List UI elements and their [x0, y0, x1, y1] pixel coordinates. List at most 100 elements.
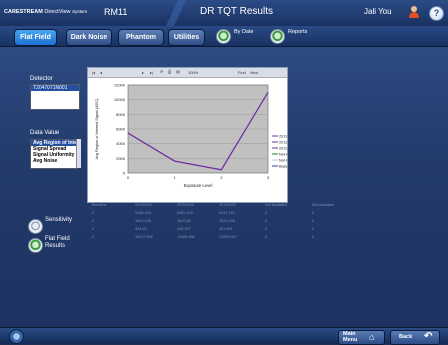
- chart-area: 0 2000 4000 6000 8000 10000 12000 0 1 2 3 Exposure …: [88, 78, 287, 202]
- x-tick-label: 2: [220, 175, 223, 180]
- table-cell: 0: [265, 219, 268, 223]
- data-value-item[interactable]: Avg Noise: [31, 158, 77, 164]
- footer-bar: Main Menu ⌂ Back ↶: [0, 327, 448, 345]
- legend-entry: 20110426: [279, 140, 287, 144]
- line-chart: 0 2000 4000 6000 8000 10000 12000 0 1 2 3 Exposure …: [95, 83, 287, 189]
- table-header: Not Available: [265, 203, 288, 207]
- house-icon: ⌂: [369, 332, 375, 342]
- table-cell: 434.65: [135, 227, 147, 231]
- reports-radio-icon[interactable]: [270, 29, 285, 44]
- table-cell: 0: [312, 227, 315, 231]
- system-name: RM11: [104, 7, 128, 17]
- table-cell: 0: [312, 219, 315, 223]
- flat-field-results-label[interactable]: Flat Field Results: [45, 236, 73, 250]
- y-tick-label: 6000: [116, 127, 126, 132]
- table-cell: 5452.449: [177, 211, 193, 215]
- y-tick-label: 2000: [116, 156, 126, 161]
- home-icon[interactable]: [9, 329, 24, 344]
- table-cell: 0: [265, 227, 268, 231]
- table-cell: 1620.82: [177, 219, 191, 223]
- table-cell: 11017.105: [135, 235, 153, 239]
- find-link[interactable]: Find: [238, 70, 246, 75]
- table-cell: 1624.106: [135, 219, 151, 223]
- table-header: 20110426: [219, 203, 236, 207]
- first-page-icon[interactable]: |◂: [92, 70, 95, 75]
- tab-dark-noise[interactable]: Dark Noise: [66, 29, 112, 46]
- results-table: Baseline 20110426 20110426 20110426 Not Avai…: [92, 203, 362, 261]
- table-cell: 5437.161: [219, 211, 235, 215]
- data-value-scrollbar[interactable]: [76, 139, 81, 168]
- detector-label: Detector: [30, 76, 53, 82]
- x-tick-label: 0: [127, 175, 130, 180]
- prev-page-icon[interactable]: ◂: [100, 70, 102, 75]
- page-title: DR TQT Results: [200, 6, 273, 17]
- tab-phantom[interactable]: Phantom: [118, 29, 164, 46]
- sensitivity-label[interactable]: Sensitivity: [45, 217, 72, 223]
- x-axis-label: Exposure Level: [184, 183, 213, 188]
- tab-flat-field[interactable]: Flat Field: [14, 29, 57, 46]
- table-header: Not Available: [312, 203, 335, 207]
- table-cell: 0: [92, 219, 95, 223]
- help-icon[interactable]: ?: [429, 6, 444, 21]
- nav-bar: Flat Field Dark Noise Phantom Utilities …: [0, 26, 448, 47]
- next-page-icon[interactable]: ▸: [142, 70, 144, 75]
- data-value-label: Data Value: [30, 130, 60, 136]
- title-bar: CARESTREAM DirectView System RM11 DR TQT…: [0, 0, 448, 27]
- last-page-icon[interactable]: ▸|: [150, 70, 153, 75]
- report-toolbar: |◂ ◂ ▸ ▸| ⟳ ⎙ ▤ 100% Find Next: [88, 68, 287, 78]
- back-label: Back: [399, 334, 413, 340]
- detector-item[interactable]: T2047071N001: [31, 85, 79, 91]
- y-tick-label: 8000: [116, 112, 126, 117]
- table-header: 20110426: [135, 203, 152, 207]
- table-cell: 1620.446: [219, 219, 235, 223]
- table-cell: 0: [265, 211, 268, 215]
- main-menu-label: Main Menu: [343, 331, 358, 343]
- user-name: Jali You: [364, 7, 392, 16]
- refresh-icon[interactable]: ⟳: [160, 69, 163, 74]
- data-value-list[interactable]: Avg Region of Interest Signal Spread Sig…: [30, 139, 78, 169]
- tab-utilities[interactable]: Utilities: [168, 29, 205, 46]
- brand-name: CARESTREAM: [4, 9, 43, 15]
- system-label: System: [72, 9, 88, 14]
- export-icon[interactable]: ▤: [176, 69, 180, 74]
- table-header: Baseline: [92, 203, 107, 207]
- table-header: 20110426: [177, 203, 194, 207]
- back-arrow-icon: ↶: [424, 331, 433, 342]
- legend-entry: Not Available: [279, 158, 287, 162]
- report-viewer: |◂ ◂ ▸ ▸| ⟳ ⎙ ▤ 100% Find Next 0 2000 4000…: [87, 67, 288, 203]
- y-tick-label: 10000: [114, 97, 126, 102]
- product-name: DirectView: [44, 9, 71, 15]
- table-cell: 0: [92, 211, 95, 215]
- sensitivity-radio-icon[interactable]: [28, 219, 43, 234]
- table-cell: 5446.303: [135, 211, 151, 215]
- legend-entry: 20110426: [279, 134, 287, 138]
- table-cell: 436.327: [177, 227, 191, 231]
- y-tick-label: 12000: [114, 83, 126, 88]
- table-cell: 0: [312, 211, 315, 215]
- table-cell: 11008.458: [177, 235, 195, 239]
- y-axis-label: Avg Region of Interest Signal (ADC): [95, 98, 99, 159]
- next-link[interactable]: Next: [250, 70, 258, 75]
- table-cell: 0: [92, 227, 95, 231]
- y-tick-label: 0: [123, 171, 126, 176]
- x-tick-label: 3: [267, 175, 270, 180]
- zoom-select[interactable]: 100%: [188, 70, 198, 75]
- detector-list[interactable]: T2047071N001: [30, 84, 80, 110]
- reports-label[interactable]: Reports: [288, 29, 307, 35]
- table-cell: 0: [92, 235, 95, 239]
- by-date-label[interactable]: By Date: [234, 29, 254, 35]
- brand-logo: CARESTREAM DirectView System: [4, 9, 87, 15]
- print-icon[interactable]: ⎙: [168, 69, 171, 74]
- flat-field-results-radio-icon[interactable]: [28, 238, 43, 253]
- x-tick-label: 1: [174, 175, 177, 180]
- table-cell: 431.951: [219, 227, 233, 231]
- by-date-radio-icon[interactable]: [216, 29, 231, 44]
- table-cell: 0: [265, 235, 268, 239]
- legend-entry: 20110426: [279, 146, 287, 150]
- user-icon[interactable]: [408, 6, 420, 19]
- table-cell: 11003.047: [219, 235, 237, 239]
- legend-entry: BaseLine: [279, 164, 287, 168]
- legend-entry: Not Available: [279, 152, 287, 156]
- table-cell: 0: [312, 235, 315, 239]
- y-tick-label: 4000: [116, 141, 126, 146]
